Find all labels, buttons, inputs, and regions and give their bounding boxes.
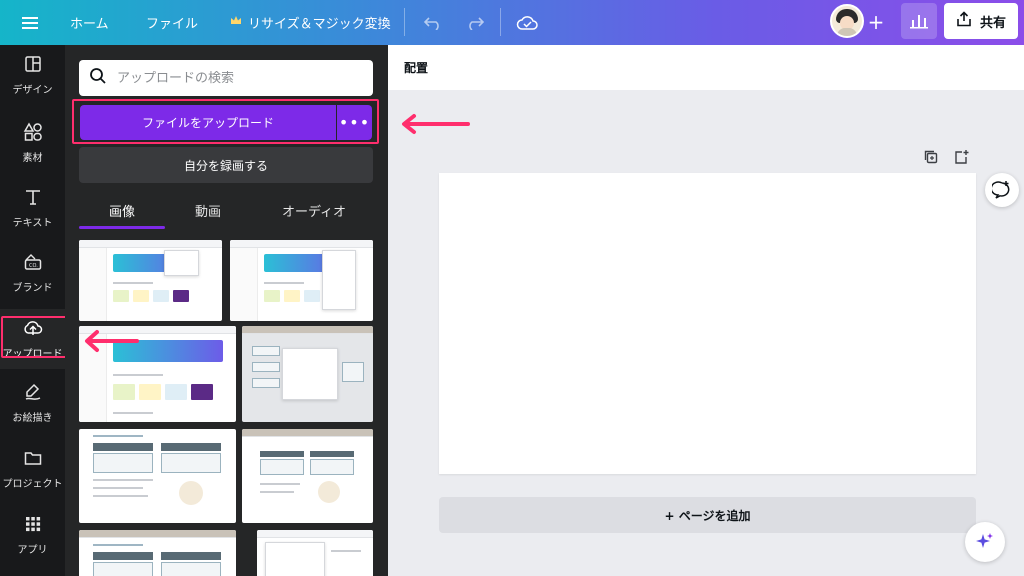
- redo-icon[interactable]: [466, 0, 484, 45]
- rail-item-brand[interactable]: CO. ブランド: [0, 243, 65, 303]
- search-box[interactable]: [79, 60, 373, 96]
- rail-item-design[interactable]: デザイン: [0, 45, 65, 105]
- draw-icon: [23, 382, 43, 405]
- design-page[interactable]: [439, 173, 976, 474]
- rail-item-text[interactable]: テキスト: [0, 178, 65, 238]
- divider: [500, 8, 501, 36]
- active-tab-indicator: [79, 226, 165, 229]
- record-yourself-button[interactable]: 自分を録画する: [79, 147, 373, 183]
- page-title: 配置: [388, 45, 1024, 90]
- insights-chart-icon[interactable]: [901, 3, 937, 39]
- add-comment-icon[interactable]: [985, 173, 1019, 207]
- upload-highlight-box: ファイルをアップロード •••: [72, 99, 379, 144]
- cloud-saved-icon[interactable]: [516, 0, 538, 45]
- search-icon: [89, 67, 107, 89]
- apps-grid-icon: [23, 514, 43, 537]
- text-icon: [23, 187, 43, 210]
- layout-icon: [23, 54, 43, 77]
- rail-label: 素材: [22, 153, 43, 164]
- undo-icon[interactable]: [424, 0, 442, 45]
- rail-label: プロジェクト: [2, 479, 63, 490]
- rail-item-draw[interactable]: お絵描き: [0, 373, 65, 433]
- media-tabs: 画像 動画 オーディオ: [79, 195, 373, 229]
- top-bar: ホーム ファイル リサイズ＆マジック変換 + 共有: [0, 0, 1024, 45]
- add-collaborator-icon[interactable]: +: [866, 9, 886, 35]
- annotation-arrow-left: [85, 330, 139, 352]
- uploaded-image-thumbnail[interactable]: [242, 429, 373, 523]
- upload-file-button[interactable]: ファイルをアップロード: [80, 105, 336, 140]
- uploaded-image-thumbnail[interactable]: [79, 240, 222, 321]
- rail-label: アプリ: [17, 545, 48, 556]
- left-rail: デザイン 素材 テキスト CO. ブランド アップロード お絵描き プロジェクト…: [0, 45, 65, 576]
- uploaded-image-thumbnail[interactable]: [257, 530, 373, 576]
- file-menu[interactable]: ファイル: [146, 0, 198, 45]
- annotation-arrow-left: [402, 114, 470, 134]
- shapes-icon: [23, 122, 43, 145]
- uploads-highlight-box: [1, 316, 70, 358]
- resize-label: リサイズ＆マジック変換: [248, 17, 391, 32]
- search-input[interactable]: [117, 70, 357, 86]
- more-options-button[interactable]: •••: [337, 105, 372, 140]
- resize-menu[interactable]: リサイズ＆マジック変換: [230, 0, 391, 45]
- canvas-area: 配置 + ページを追加: [388, 45, 1024, 576]
- brand-icon: CO.: [23, 252, 43, 275]
- rail-item-apps[interactable]: アプリ: [0, 505, 65, 565]
- uploaded-image-thumbnail[interactable]: [230, 240, 373, 321]
- duplicate-page-icon[interactable]: [923, 149, 939, 169]
- rail-label: ブランド: [12, 283, 53, 294]
- rail-label: テキスト: [12, 218, 53, 229]
- rail-item-projects[interactable]: プロジェクト: [0, 439, 65, 499]
- hamburger-icon[interactable]: [22, 0, 38, 45]
- crown-icon: [230, 15, 242, 30]
- tab-audio[interactable]: オーディオ: [259, 195, 369, 225]
- uploaded-image-thumbnail[interactable]: [79, 530, 236, 576]
- rail-item-elements[interactable]: 素材: [0, 113, 65, 173]
- rail-label: デザイン: [12, 85, 53, 96]
- share-icon: [956, 11, 972, 31]
- share-label: 共有: [979, 15, 1006, 31]
- home-menu[interactable]: ホーム: [70, 0, 109, 45]
- rail-label: お絵描き: [12, 413, 53, 424]
- add-page-button[interactable]: + ページを追加: [439, 497, 976, 533]
- page-actions: [923, 149, 969, 169]
- folder-icon: [23, 448, 43, 471]
- tab-images[interactable]: 画像: [79, 195, 165, 225]
- uploads-panel: ファイルをアップロード ••• 自分を録画する 画像 動画 オーディオ: [65, 45, 388, 576]
- divider: [404, 8, 405, 36]
- magic-sparkle-icon[interactable]: [965, 522, 1005, 562]
- svg-text:CO.: CO.: [29, 263, 38, 269]
- avatar[interactable]: [830, 4, 864, 38]
- share-button[interactable]: 共有: [944, 3, 1018, 39]
- uploaded-image-thumbnail[interactable]: [242, 326, 373, 422]
- tab-videos[interactable]: 動画: [165, 195, 251, 225]
- add-page-icon[interactable]: [953, 149, 969, 169]
- uploaded-image-thumbnail[interactable]: [79, 429, 236, 523]
